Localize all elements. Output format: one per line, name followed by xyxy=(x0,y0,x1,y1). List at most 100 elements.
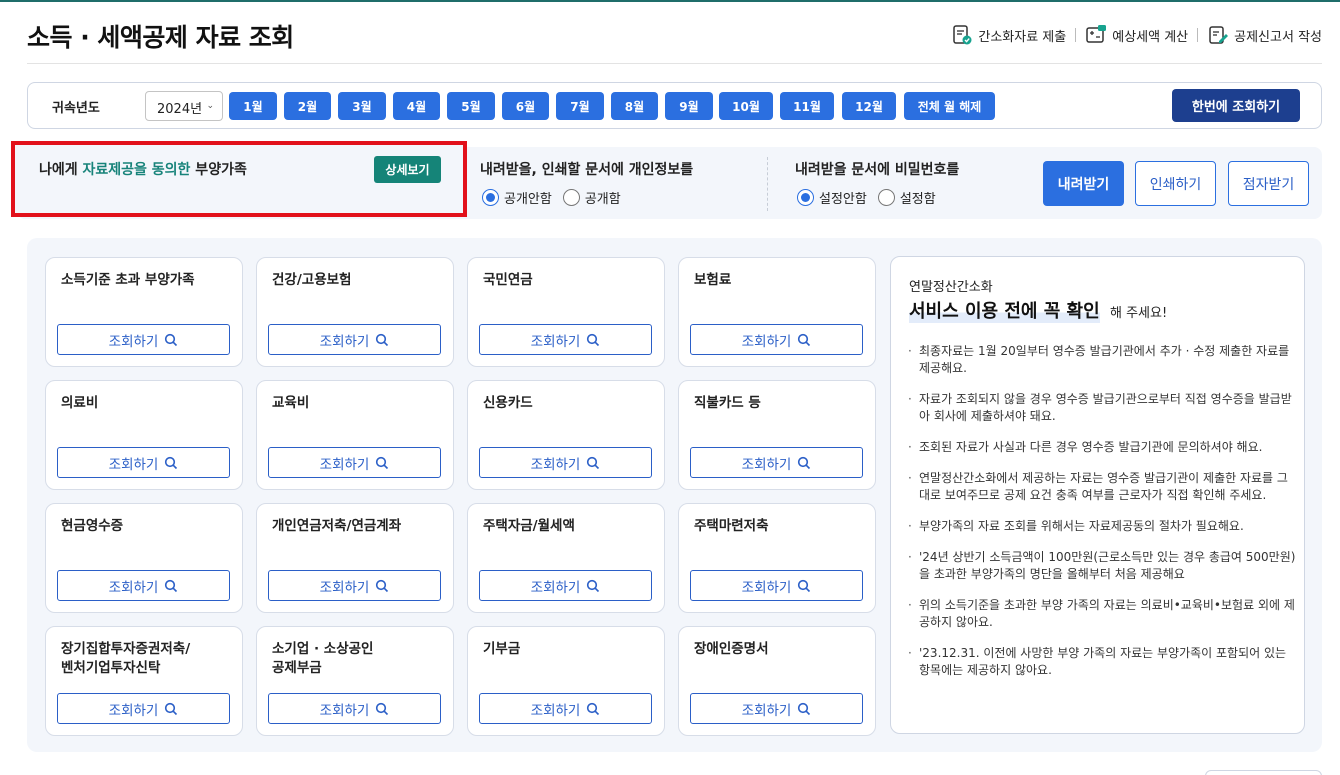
query-button-label: 조회하기 xyxy=(530,456,581,473)
radio-label: 공개함 xyxy=(584,192,621,207)
year-select[interactable]: 2024년 ⌄ xyxy=(145,91,223,121)
notice-item: 연말정산간소화에서 제공하는 자료는 영수증 발급기관이 제출한 자료를 그대로… xyxy=(905,470,1297,504)
query-button[interactable]: 조회하기 xyxy=(690,447,863,478)
query-button[interactable]: 조회하기 xyxy=(57,693,230,724)
month-button-3[interactable]: 3월 xyxy=(338,92,386,120)
month-button-12[interactable]: 12월 xyxy=(842,92,896,120)
query-button[interactable]: 조회하기 xyxy=(479,447,652,478)
notice-item: '23.12.31. 이전에 사망한 부양 가족의 자료는 부양가족이 포함되어… xyxy=(905,645,1297,679)
category-card: 교육비 조회하기 xyxy=(256,380,454,490)
month-button-4[interactable]: 4월 xyxy=(393,92,440,120)
print-button[interactable]: 인쇄하기 xyxy=(1135,161,1216,206)
query-button-label: 조회하기 xyxy=(108,456,159,473)
query-button-label: 조회하기 xyxy=(319,333,370,350)
query-button[interactable]: 조회하기 xyxy=(690,693,863,724)
query-button[interactable]: 조회하기 xyxy=(479,570,652,601)
download-button[interactable]: 내려받기 xyxy=(1043,161,1124,206)
radio-label: 공개안함 xyxy=(504,192,552,207)
month-button-5[interactable]: 5월 xyxy=(447,92,495,120)
password-radio-off[interactable]: 설정안함 xyxy=(797,188,867,207)
top-action-label: 예상세액 계산 xyxy=(1112,29,1189,45)
month-button-10[interactable]: 10월 xyxy=(719,92,773,120)
category-title: 장애인증명서 xyxy=(694,641,769,657)
search-icon xyxy=(798,333,811,346)
notice-headline: 서비스 이용 전에 꼭 확인 xyxy=(909,297,1100,323)
query-button[interactable]: 조회하기 xyxy=(268,324,441,355)
consent-suffix: 부양가족 xyxy=(190,162,247,178)
privacy-option-title: 내려받을, 인쇄할 문서에 개인정보를 xyxy=(480,162,694,178)
braille-button[interactable]: 점자받기 xyxy=(1228,161,1309,206)
query-button[interactable]: 조회하기 xyxy=(268,447,441,478)
query-button-label: 조회하기 xyxy=(108,702,159,719)
query-button-label: 조회하기 xyxy=(741,579,792,596)
category-card: 신용카드 조회하기 xyxy=(467,380,665,490)
category-title: 국민연금 xyxy=(483,272,533,288)
month-button-2[interactable]: 2월 xyxy=(284,92,331,120)
radio-unselected-icon xyxy=(877,189,895,206)
query-button[interactable]: 조회하기 xyxy=(479,693,652,724)
query-button-label: 조회하기 xyxy=(530,579,581,596)
divider xyxy=(1197,28,1199,42)
query-button-label: 조회하기 xyxy=(741,456,792,473)
notice-list: 최종자료는 1월 20일부터 영수증 발급기관에서 추가 · 수정 제출한 자료… xyxy=(905,343,1297,693)
category-card: 건강/고용보험 조회하기 xyxy=(256,257,454,367)
category-card: 주택마련저축 조회하기 xyxy=(678,503,876,613)
consented-dependents-label: 나에게 자료제공을 동의한 부양가족 xyxy=(39,159,247,179)
title-divider xyxy=(27,63,1322,64)
radio-label: 설정함 xyxy=(899,192,936,207)
query-button[interactable]: 조회하기 xyxy=(690,324,863,355)
query-button-label: 조회하기 xyxy=(108,333,159,350)
query-button-label: 조회하기 xyxy=(741,333,792,350)
bulk-query-button[interactable]: 한번에 조회하기 xyxy=(1172,89,1300,122)
query-button-label: 조회하기 xyxy=(319,702,370,719)
category-title: 기부금 xyxy=(483,641,521,657)
month-button-6[interactable]: 6월 xyxy=(502,92,549,120)
query-button[interactable]: 조회하기 xyxy=(57,324,230,355)
notice-subtitle: 연말정산간소화 xyxy=(909,280,993,295)
year-value: 2024년 xyxy=(157,102,203,117)
query-button[interactable]: 조회하기 xyxy=(57,570,230,601)
options-divider xyxy=(767,157,768,211)
password-radio-on[interactable]: 설정함 xyxy=(877,188,936,207)
category-title: 의료비 xyxy=(61,395,99,411)
query-button[interactable]: 조회하기 xyxy=(268,693,441,724)
privacy-radio-show[interactable]: 공개함 xyxy=(562,188,621,207)
category-card: 소득기준 초과 부양가족 조회하기 xyxy=(45,257,243,367)
privacy-radio-hide[interactable]: 공개안함 xyxy=(482,188,552,207)
month-button-8[interactable]: 8월 xyxy=(611,92,658,120)
view-details-button[interactable]: 상세보기 xyxy=(374,156,441,183)
category-card: 현금영수증 조회하기 xyxy=(45,503,243,613)
month-button-7[interactable]: 7월 xyxy=(556,92,604,120)
write-deduction-form-button[interactable]: 공제신고서 작성 xyxy=(1207,24,1322,46)
bottom-button-edge xyxy=(1205,770,1322,775)
password-radio-group: 설정안함 설정함 xyxy=(797,188,947,207)
top-action-label: 간소화자료 제출 xyxy=(978,29,1067,45)
query-button-label: 조회하기 xyxy=(108,579,159,596)
query-button-label: 조회하기 xyxy=(319,579,370,596)
top-accent-line xyxy=(0,0,1340,2)
query-button[interactable]: 조회하기 xyxy=(690,570,863,601)
category-card: 직불카드 등 조회하기 xyxy=(678,380,876,490)
category-title: 소기업 · 소상공인 공제부금 xyxy=(272,641,374,676)
category-card: 장기집합투자증권저축/ 벤처기업투자신탁 조회하기 xyxy=(45,626,243,736)
estimate-tax-button[interactable]: 예상세액 계산 xyxy=(1085,24,1188,46)
search-icon xyxy=(798,579,811,592)
month-button-11[interactable]: 11월 xyxy=(780,92,834,120)
month-button-9[interactable]: 9월 xyxy=(665,92,713,120)
query-button[interactable]: 조회하기 xyxy=(268,570,441,601)
privacy-radio-group: 공개안함 공개함 xyxy=(482,188,632,207)
search-icon xyxy=(587,333,600,346)
notice-item: 최종자료는 1월 20일부터 영수증 발급기관에서 추가 · 수정 제출한 자료… xyxy=(905,343,1297,377)
month-button-1[interactable]: 1월 xyxy=(229,92,277,120)
search-icon xyxy=(376,333,389,346)
top-actions: 간소화자료 제출 예상세액 계산 공제신고서 작성 xyxy=(951,24,1322,46)
submit-simplified-data-button[interactable]: 간소화자료 제출 xyxy=(951,24,1066,46)
query-button[interactable]: 조회하기 xyxy=(479,324,652,355)
query-button[interactable]: 조회하기 xyxy=(57,447,230,478)
category-title: 개인연금저축/연금계좌 xyxy=(272,518,402,534)
search-icon xyxy=(587,579,600,592)
divider xyxy=(1075,28,1077,42)
search-icon xyxy=(165,702,178,715)
clear-all-months-button[interactable]: 전체 월 해제 xyxy=(904,92,995,120)
notice-item: 자료가 조회되지 않을 경우 영수증 발급기관으로부터 직접 영수증을 발급받아… xyxy=(905,391,1297,425)
